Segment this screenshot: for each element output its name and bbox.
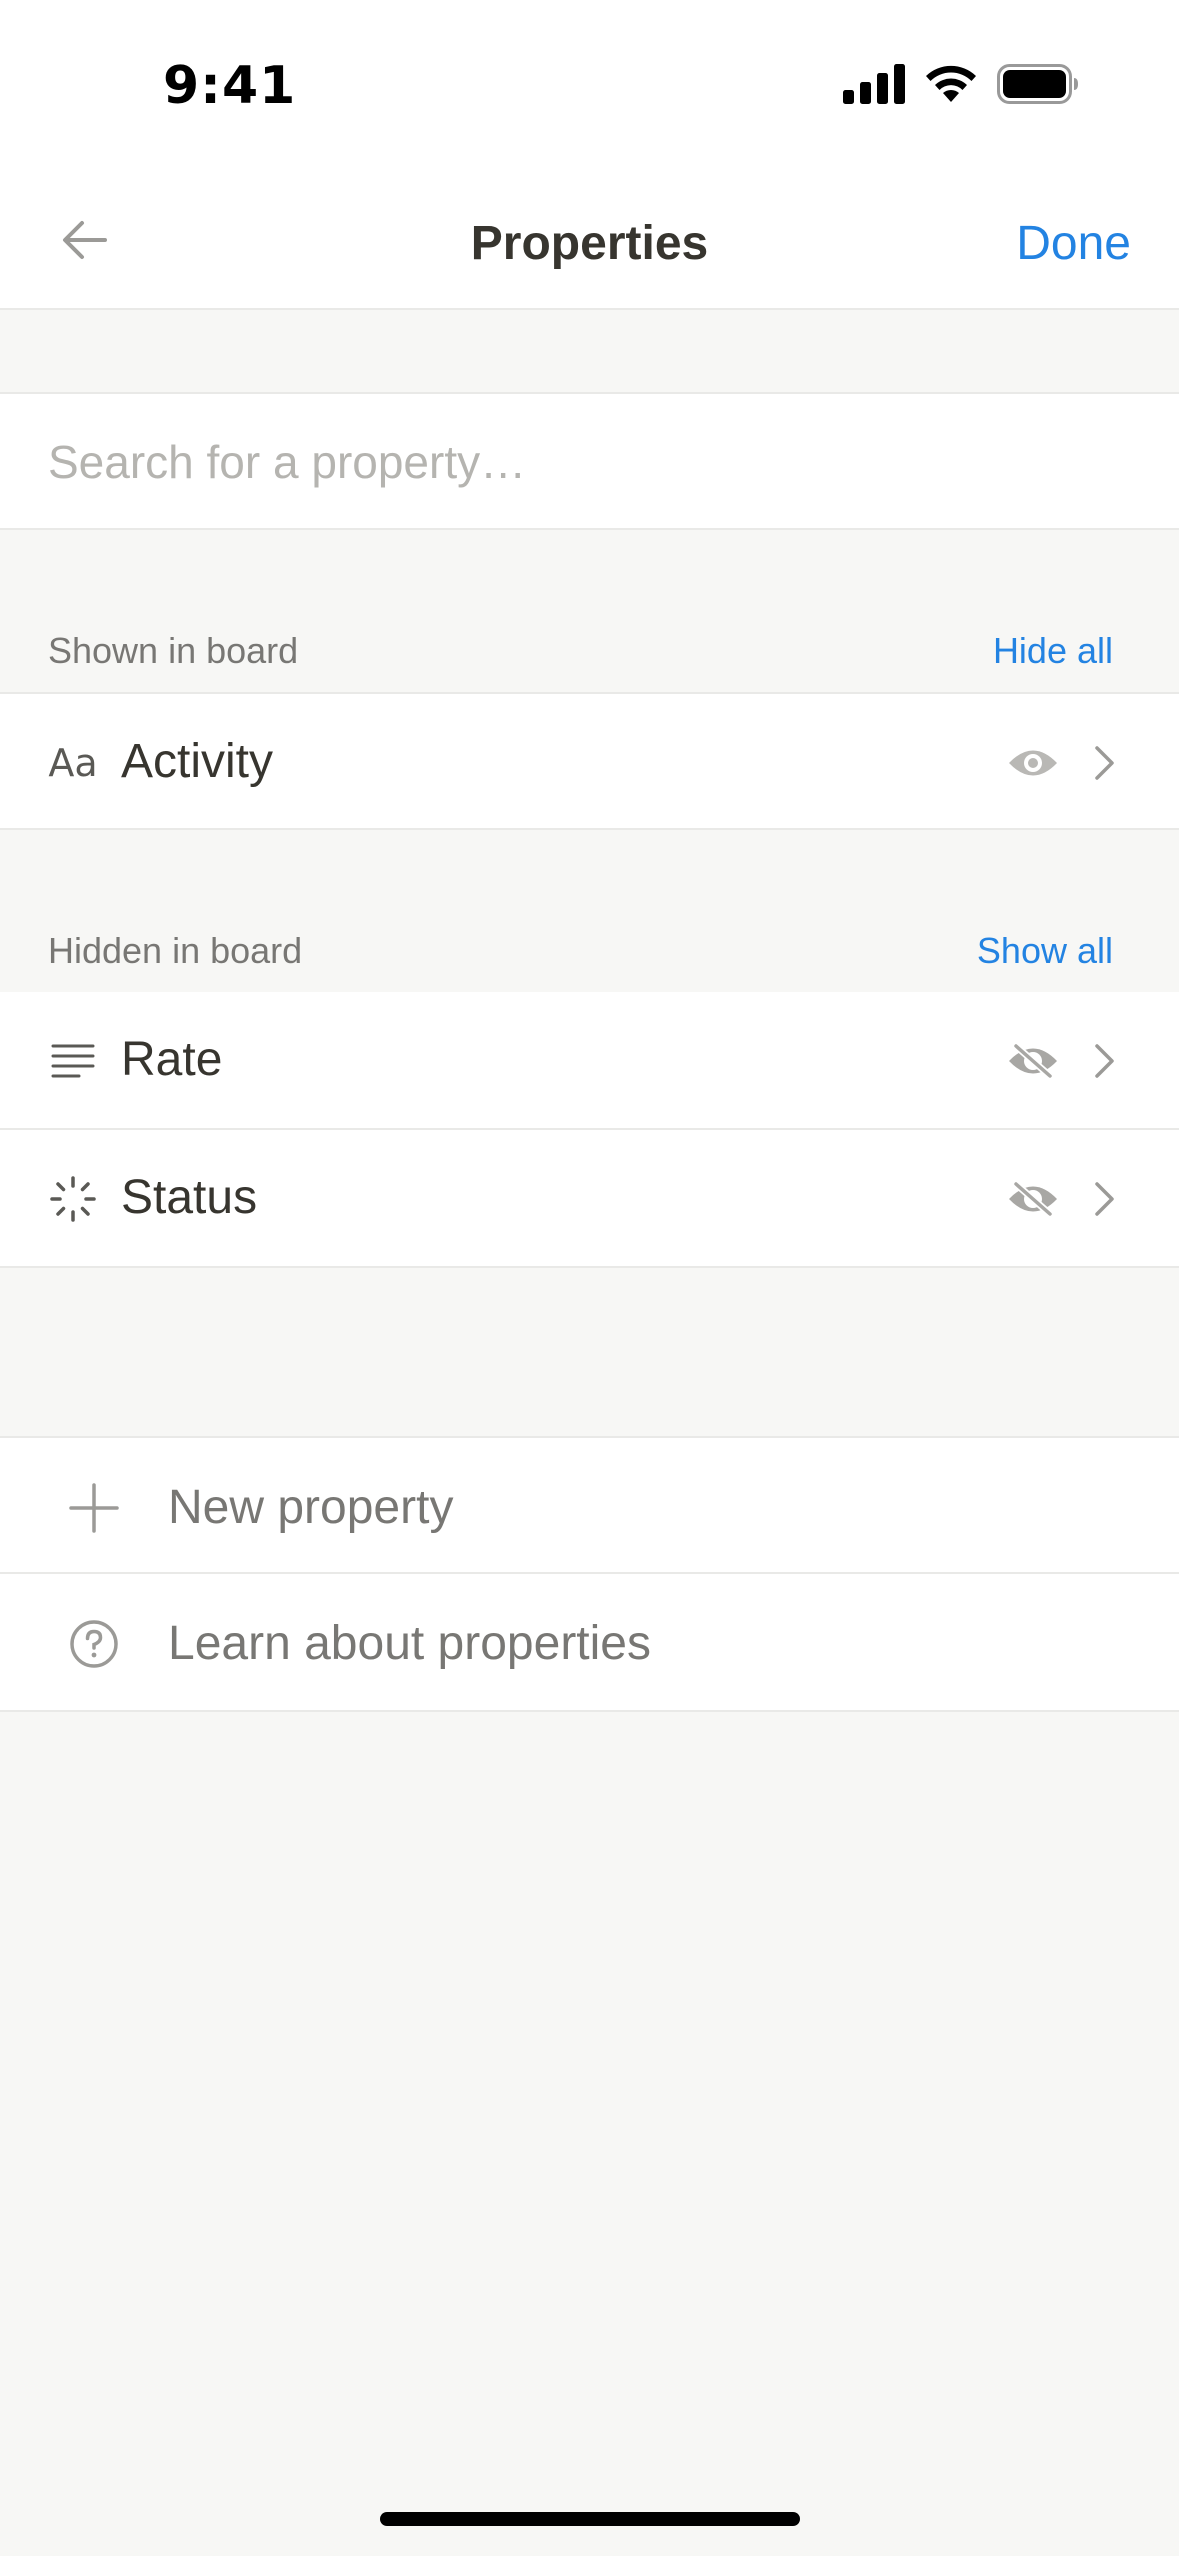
status-time: 9:41: [163, 56, 297, 116]
new-property-label: New property: [168, 1481, 454, 1534]
wifi-icon: [926, 65, 976, 102]
plus-icon: [66, 1480, 122, 1536]
nav-bar: Properties Done: [0, 170, 1179, 310]
page-title: Properties: [470, 217, 709, 270]
show-all-button[interactable]: Show all: [977, 930, 1113, 972]
eye-slash-icon[interactable]: [1007, 1178, 1059, 1220]
top-spacer: [0, 312, 1179, 392]
shown-section-label: Shown in board: [48, 630, 299, 671]
property-row-rate[interactable]: Rate: [0, 992, 1179, 1130]
eye-icon[interactable]: [1007, 742, 1059, 784]
cellular-signal-icon: [843, 64, 905, 104]
new-property-button[interactable]: New property: [0, 1436, 1179, 1574]
status-icons: [843, 64, 1079, 104]
text-aa-icon: Aa: [48, 741, 98, 785]
shown-section-header: Shown in board Hide all: [0, 592, 1179, 692]
status-bar: 9:41: [0, 0, 1179, 170]
eye-slash-icon[interactable]: [1007, 1040, 1059, 1082]
hidden-section-label: Hidden in board: [48, 930, 303, 971]
property-label: Rate: [121, 1033, 223, 1086]
chevron-right-icon: [1095, 1044, 1114, 1078]
home-indicator[interactable]: [380, 2512, 800, 2526]
property-label: Status: [121, 1171, 258, 1224]
text-lines-icon: [46, 1034, 100, 1088]
battery-icon: [997, 64, 1078, 104]
question-circle-icon: [66, 1616, 122, 1672]
learn-about-properties-link[interactable]: Learn about properties: [0, 1574, 1179, 1712]
chevron-right-icon: [1095, 1182, 1114, 1216]
done-button[interactable]: Done: [1016, 216, 1131, 271]
learn-about-properties-label: Learn about properties: [168, 1617, 651, 1670]
status-loader-icon: [46, 1172, 100, 1226]
hide-all-button[interactable]: Hide all: [993, 630, 1113, 672]
chevron-right-icon: [1095, 746, 1114, 780]
property-row-status[interactable]: Status: [0, 1130, 1179, 1268]
property-label: Activity: [121, 735, 274, 788]
hidden-section-header: Hidden in board Show all: [0, 892, 1179, 992]
search-input[interactable]: [48, 424, 1128, 500]
search-row: [0, 392, 1179, 530]
property-row-activity[interactable]: Aa Activity: [0, 692, 1179, 830]
